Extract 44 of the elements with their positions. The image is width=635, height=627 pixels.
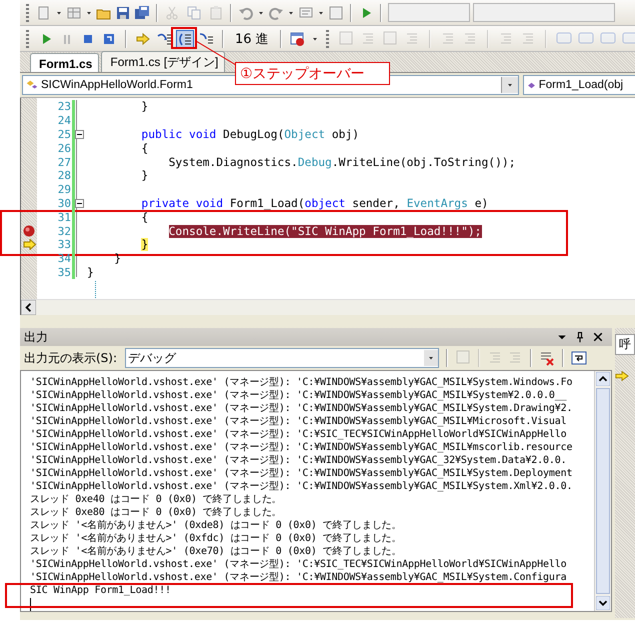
code-line: } — [140, 169, 148, 182]
current-line-highlight: } — [141, 238, 148, 252]
output-line: 'SICWinAppHelloWorld.vshost.exe' (マネージ型): 'C:¥SIC_TEC¥SICWinAppHelloWorld¥SICWinAppHello — [30, 428, 568, 441]
panel-title: 出力 — [24, 328, 49, 346]
code-line: } — [140, 100, 148, 114]
output-line: 'SICWinAppHelloWorld.vshost.exe' (マネージ型): 'C:¥WINDOWS¥assembly¥GAC_MSIL¥System.Drawing¥2. — [30, 402, 574, 415]
line-number: 31 — [56, 210, 72, 224]
line-number: 23 — [56, 100, 72, 114]
output-line: 'SICWinAppHelloWorld.vshost.exe' (マネージ型): 'C:¥WINDOWS¥assembly¥GAC_MSIL¥System.Configura — [30, 571, 568, 584]
output-line: 'SICWinAppHelloWorld.vshost.exe' (マネージ型): 'C:¥WINDOWS¥assembly¥GAC_MSIL¥System¥2.0.0.0__ — [30, 389, 568, 402]
output-line: 'SICWinAppHelloWorld.vshost.exe' (マネージ型): 'C:¥WINDOWS¥assembly¥GAC_MSIL¥System.Deployment — [30, 467, 574, 480]
breakpoint-highlight: Console.WriteLine("SIC WinApp Form1_Load!!!"); — [168, 224, 482, 238]
line-number: 25 — [56, 128, 72, 141]
code-line: } — [86, 266, 94, 279]
code-line: System.Diagnostics.Debug.WriteLine(obj.ToString()); — [168, 156, 516, 169]
annotation-tooltip: ①ステップオーバー — [235, 62, 390, 85]
output-line: 'SICWinAppHelloWorld.vshost.exe' (マネージ型): 'C:¥WINDOWS¥assembly¥GAC_MSIL¥System.Windows.Fo — [30, 376, 574, 389]
output-line: 'SICWinAppHelloWorld.vshost.exe' (マネージ型): 'C:¥SIC_TEC¥SICWinAppHelloWorld¥SICWinAppHello — [30, 558, 568, 571]
output-line: 'SICWinAppHelloWorld.vshost.exe' (マネージ型): 'C:¥WINDOWS¥assembly¥GAC_32¥System.Data¥2.0.0. — [30, 454, 568, 467]
output-line: SIC WinApp Form1_Load!!! — [30, 584, 172, 597]
code-line: { — [140, 210, 148, 224]
line-number: 24 — [56, 114, 72, 128]
output-line: スレッド '<名前がありません>' (0xde8) はコード 0 (0x0) で終了しました。 — [30, 519, 402, 532]
output-line: スレッド 0xe40 はコード 0 (0x0) で終了しました。 — [30, 493, 283, 506]
output-line: スレッド '<名前がありません>' (0xe70) はコード 0 (0x0) で終了しました。 — [30, 545, 402, 558]
code-line: { — [140, 142, 148, 155]
code-line: } — [113, 252, 122, 266]
output-line: スレッド 0xe80 はコード 0 (0x0) で終了しました。 — [30, 506, 283, 519]
output-line: 'SICWinAppHelloWorld.vshost.exe' (マネージ型): 'C:¥WINDOWS¥assembly¥GAC_MSIL¥Microsoft.Visual — [30, 415, 568, 428]
line-number: 27 — [56, 156, 72, 169]
source-label: 出力元の表示(S): — [24, 350, 118, 366]
code-line: private void Form1_Load(object sender, EventArgs e) — [140, 196, 488, 210]
line-number: 33 — [56, 238, 72, 252]
output-line: 'SICWinAppHelloWorld.vshost.exe' (マネージ型): 'C:¥WINDOWS¥assembly¥GAC_MSIL¥mscorlib.resource — [30, 441, 574, 454]
line-number: 35 — [56, 266, 72, 279]
line-number: 34 — [56, 252, 72, 266]
line-number: 32 — [56, 224, 72, 238]
output-line: 'SICWinAppHelloWorld.vshost.exe' (マネージ型): 'C:¥WINDOWS¥assembly¥GAC_MSIL¥System.Xml¥2.0.0. — [30, 480, 574, 493]
line-number: 30 — [56, 196, 72, 210]
line-number: 28 — [56, 169, 72, 182]
code-line: public void DebugLog(Object obj) — [140, 128, 360, 141]
output-line: スレッド '<名前がありません>' (0xfdc) はコード 0 (0x0) で終了しました。 — [30, 532, 402, 545]
line-number: 26 — [56, 142, 72, 155]
line-number: 29 — [56, 183, 72, 196]
